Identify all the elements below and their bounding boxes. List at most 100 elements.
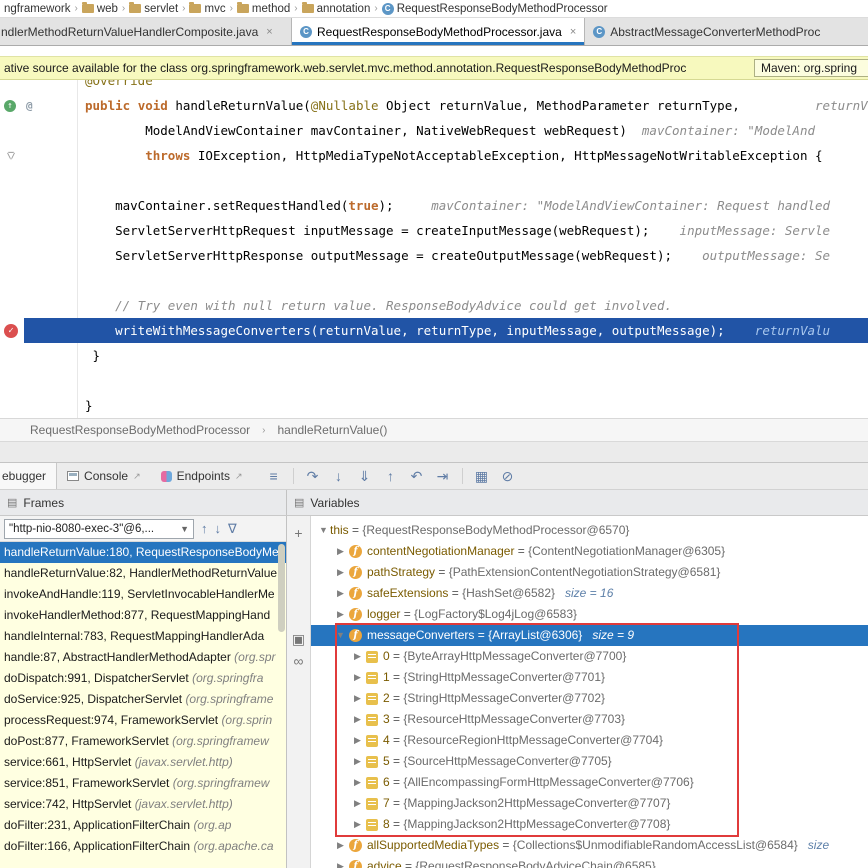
code-line[interactable]: ServletServerHttpResponse outputMessage … — [0, 243, 868, 268]
frame-row[interactable]: invokeAndHandle:119, ServletInvocableHan… — [0, 584, 286, 605]
frame-row[interactable]: doService:925, DispatcherServlet (org.sp… — [0, 689, 286, 710]
variable-row[interactable]: ▶fcontentNegotiationManager = {ContentNe… — [311, 541, 868, 562]
next-frame-icon[interactable]: ↓ — [215, 521, 222, 536]
variable-row[interactable]: ▶fsafeExtensions = {HashSet@6582}size = … — [311, 583, 868, 604]
maven-source-selector[interactable]: Maven: org.spring — [754, 59, 868, 77]
variable-row[interactable]: ▶1 = {StringHttpMessageConverter@7701} — [311, 667, 868, 688]
run-to-cursor-icon[interactable]: ⇥ — [430, 468, 456, 485]
close-icon[interactable]: × — [570, 26, 576, 38]
code-line[interactable]: } — [0, 343, 868, 368]
debug-tab-console[interactable]: Console↗ — [57, 463, 151, 489]
breadcrumb-item[interactable]: ngframework — [4, 3, 70, 15]
chevron-down-icon[interactable]: ▼ — [317, 520, 330, 541]
debug-tab-endpoints[interactable]: Endpoints↗ — [151, 463, 253, 489]
frame-row[interactable]: service:851, FrameworkServlet (org.sprin… — [0, 773, 286, 794]
chevron-right-icon[interactable]: ▶ — [334, 541, 347, 562]
override-gutter-icon[interactable]: ↑ — [4, 100, 16, 112]
chevron-right-icon[interactable]: ▶ — [351, 667, 364, 688]
breadcrumb-item[interactable]: method — [237, 3, 290, 15]
step-out-icon[interactable]: ↑ — [378, 468, 404, 484]
code-line[interactable]: ServletServerHttpRequest inputMessage = … — [0, 218, 868, 243]
chevron-right-icon[interactable]: ▶ — [334, 835, 347, 856]
code-line[interactable]: mavContainer.setRequestHandled(true); ma… — [0, 193, 868, 218]
frame-row[interactable]: doFilter:231, ApplicationFilterChain (or… — [0, 815, 286, 836]
variable-row[interactable]: ▶fallSupportedMediaTypes = {Collections$… — [311, 835, 868, 856]
code-line[interactable]: ▼ throws IOException, HttpMediaTypeNotAc… — [0, 143, 868, 168]
code-area[interactable]: @Override↑@public void handleReturnValue… — [0, 80, 868, 418]
code-line[interactable]: } — [0, 393, 868, 418]
breadcrumb-method[interactable]: handleReturnValue() — [277, 423, 387, 437]
frame-row[interactable]: doDispatch:991, DispatcherServlet (org.s… — [0, 668, 286, 689]
close-icon[interactable]: × — [266, 26, 272, 38]
chevron-right-icon[interactable]: ▶ — [351, 814, 364, 835]
code-line[interactable]: ↑@public void handleReturnValue(@Nullabl… — [0, 93, 868, 118]
frame-row[interactable]: invokeHandlerMethod:877, RequestMappingH… — [0, 605, 286, 626]
breadcrumb-item[interactable]: CRequestResponseBodyMethodProcessor — [382, 3, 608, 15]
chevron-right-icon[interactable]: ▶ — [351, 793, 364, 814]
variable-row[interactable]: ▶7 = {MappingJackson2HttpMessageConverte… — [311, 793, 868, 814]
frame-row[interactable]: handleReturnValue:180, RequestResponseBo… — [0, 542, 286, 563]
frame-row[interactable]: processRequest:974, FrameworkServlet (or… — [0, 710, 286, 731]
code-line[interactable]: @Override — [0, 80, 868, 93]
step-into-icon[interactable]: ↓ — [326, 468, 352, 484]
code-line[interactable] — [0, 368, 868, 393]
variable-row[interactable]: ▶fpathStrategy = {PathExtensionContentNe… — [311, 562, 868, 583]
chevron-right-icon[interactable]: ▶ — [351, 730, 364, 751]
chevron-right-icon[interactable]: ▶ — [351, 751, 364, 772]
frame-row[interactable]: handleInternal:783, RequestMappingHandle… — [0, 626, 286, 647]
variable-row[interactable]: ▶8 = {MappingJackson2HttpMessageConverte… — [311, 814, 868, 835]
editor-tab[interactable]: ndlerMethodReturnValueHandlerComposite.j… — [0, 18, 292, 45]
frame-row[interactable]: service:742, HttpServlet (javax.servlet.… — [0, 794, 286, 815]
code-line[interactable]: // Try even with null return value. Resp… — [0, 293, 868, 318]
chevron-right-icon[interactable]: ▶ — [351, 646, 364, 667]
breakpoint-icon[interactable]: ✓ — [4, 324, 18, 338]
chevron-right-icon[interactable]: ▶ — [351, 772, 364, 793]
evaluate-watch-icon[interactable]: ∞ — [288, 650, 310, 672]
chevron-down-icon[interactable]: ▼ — [334, 625, 347, 646]
variable-row[interactable]: ▼fmessageConverters = {ArrayList@6306}si… — [311, 625, 868, 646]
evaluate-expression-icon[interactable]: ▦ — [469, 468, 495, 485]
chevron-right-icon[interactable]: ▶ — [334, 856, 347, 868]
restore-layout-icon[interactable]: ≡ — [261, 468, 287, 484]
breadcrumb-item[interactable]: annotation — [302, 3, 371, 15]
editor-tab[interactable]: CRequestResponseBodyMethodProcessor.java… — [292, 18, 585, 45]
force-step-into-icon[interactable]: ⇓ — [352, 468, 378, 485]
drop-frame-icon[interactable]: ↶ — [404, 468, 430, 485]
variable-row[interactable]: ▶4 = {ResourceRegionHttpMessageConverter… — [311, 730, 868, 751]
variable-row[interactable]: ▼this = {RequestResponseBodyMethodProces… — [311, 520, 868, 541]
code-line[interactable] — [0, 168, 868, 193]
debug-tab-ebugger[interactable]: ebugger — [0, 463, 57, 489]
frame-row[interactable]: handle:87, AbstractHandlerMethodAdapter … — [0, 647, 286, 668]
frame-row[interactable]: service:661, HttpServlet (javax.servlet.… — [0, 752, 286, 773]
breadcrumb-class[interactable]: RequestResponseBodyMethodProcessor — [30, 423, 250, 437]
step-over-icon[interactable]: ↷ — [300, 468, 326, 485]
chevron-right-icon[interactable]: ▶ — [351, 709, 364, 730]
add-watch-icon[interactable]: + — [288, 522, 310, 544]
code-line[interactable] — [0, 268, 868, 293]
breadcrumb-item[interactable]: mvc — [189, 3, 225, 15]
variable-row[interactable]: ▶6 = {AllEncompassingFormHttpMessageConv… — [311, 772, 868, 793]
variables-panel[interactable]: ▼this = {RequestResponseBodyMethodProces… — [311, 516, 868, 868]
chevron-right-icon[interactable]: ▶ — [334, 604, 347, 625]
variable-row[interactable]: ▶3 = {ResourceHttpMessageConverter@7703} — [311, 709, 868, 730]
thread-selector[interactable]: "http-nio-8080-exec-3"@6,... ▼ — [4, 519, 194, 539]
variable-row[interactable]: ▶0 = {ByteArrayHttpMessageConverter@7700… — [311, 646, 868, 667]
editor-tab[interactable]: CAbstractMessageConverterMethodProc — [585, 18, 868, 45]
chevron-right-icon[interactable]: ▶ — [334, 583, 347, 604]
filter-frames-icon[interactable]: ∇ — [228, 521, 237, 537]
frames-list[interactable]: handleReturnValue:180, RequestResponseBo… — [0, 542, 286, 868]
frames-scrollbar[interactable] — [278, 544, 285, 632]
previous-frame-icon[interactable]: ↑ — [201, 521, 208, 536]
code-editor[interactable]: ative source available for the class org… — [0, 46, 868, 418]
frame-row[interactable]: doPost:877, FrameworkServlet (org.spring… — [0, 731, 286, 752]
frame-row[interactable]: doFilter:166, ApplicationFilterChain (or… — [0, 836, 286, 857]
code-line[interactable]: ModelAndViewContainer mavContainer, Nati… — [0, 118, 868, 143]
breadcrumb-item[interactable]: web — [82, 3, 118, 15]
variable-row[interactable]: ▶flogger = {LogFactory$Log4jLog@6583} — [311, 604, 868, 625]
chevron-right-icon[interactable]: ▶ — [351, 688, 364, 709]
duplicate-icon[interactable]: ▣ — [288, 628, 310, 650]
breadcrumb-item[interactable]: servlet — [129, 3, 178, 15]
code-line[interactable]: ✓ writeWithMessageConverters(returnValue… — [0, 318, 868, 343]
variable-row[interactable]: ▶2 = {StringHttpMessageConverter@7702} — [311, 688, 868, 709]
variable-row[interactable]: ▶fadvice = {RequestResponseBodyAdviceCha… — [311, 856, 868, 868]
